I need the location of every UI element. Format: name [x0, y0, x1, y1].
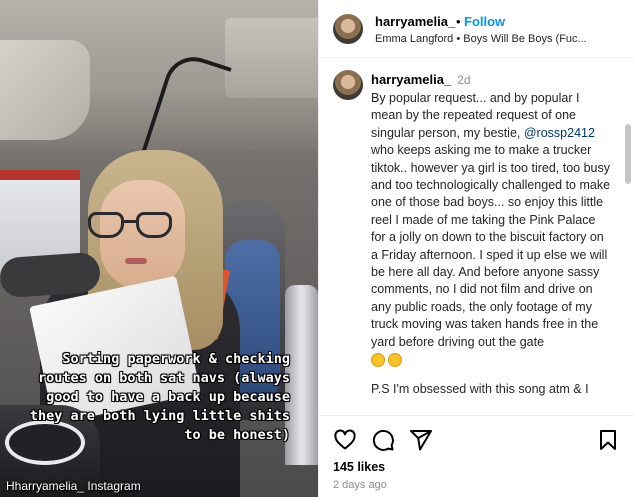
kiss-emoji-icon: [371, 352, 385, 367]
glasses: [88, 212, 188, 242]
cab-corner-panel: [0, 40, 90, 140]
post-header: harryamelia_ • Follow Emma Langford • Bo…: [319, 0, 634, 58]
comment-header: harryamelia_ 2d: [371, 72, 471, 87]
video-caption: Sorting paperwork & checking routes on b…: [29, 351, 290, 443]
header-username[interactable]: harryamelia_: [375, 14, 455, 29]
post-panel: harryamelia_ • Follow Emma Langford • Bo…: [318, 0, 634, 497]
share-icon[interactable]: [409, 428, 433, 452]
like-count[interactable]: 145 likes: [333, 460, 385, 474]
image-credit: Hharryamelia_ Instagram: [6, 479, 141, 493]
separator-dot: •: [456, 14, 461, 29]
audio-track[interactable]: Emma Langford • Boys Will Be Boys (Fuc..…: [375, 33, 587, 45]
scrollbar[interactable]: [625, 124, 631, 184]
caption-comment: harryamelia_ 2d By popular request... and…: [319, 58, 634, 415]
avatar[interactable]: [333, 14, 363, 44]
lips: [125, 258, 147, 264]
comment-username[interactable]: harryamelia_: [371, 72, 451, 87]
driver-arm: [0, 251, 102, 299]
avatar[interactable]: [333, 70, 363, 100]
post-time: 2 days ago: [333, 479, 387, 491]
sun-visor: [225, 18, 318, 98]
action-bar: 145 likes 2 days ago: [319, 415, 634, 497]
comment-text: By popular request... and by popular I m…: [371, 90, 611, 398]
comment-icon[interactable]: [371, 428, 395, 452]
mention-link[interactable]: @rossp2412: [524, 126, 595, 140]
follow-button[interactable]: Follow: [464, 14, 505, 29]
heart-icon[interactable]: [333, 428, 357, 452]
wink-emoji-icon: [388, 352, 402, 367]
comment-ps: P.S I'm obsessed with this song atm & I: [371, 381, 589, 396]
comment-text-part-2: who keeps asking me to make a trucker ti…: [371, 143, 611, 349]
emoji-row: [371, 351, 611, 368]
reel-video[interactable]: Sorting paperwork & checking routes on b…: [0, 0, 318, 497]
bookmark-icon[interactable]: [596, 428, 620, 452]
comment-time: 2d: [457, 73, 471, 87]
